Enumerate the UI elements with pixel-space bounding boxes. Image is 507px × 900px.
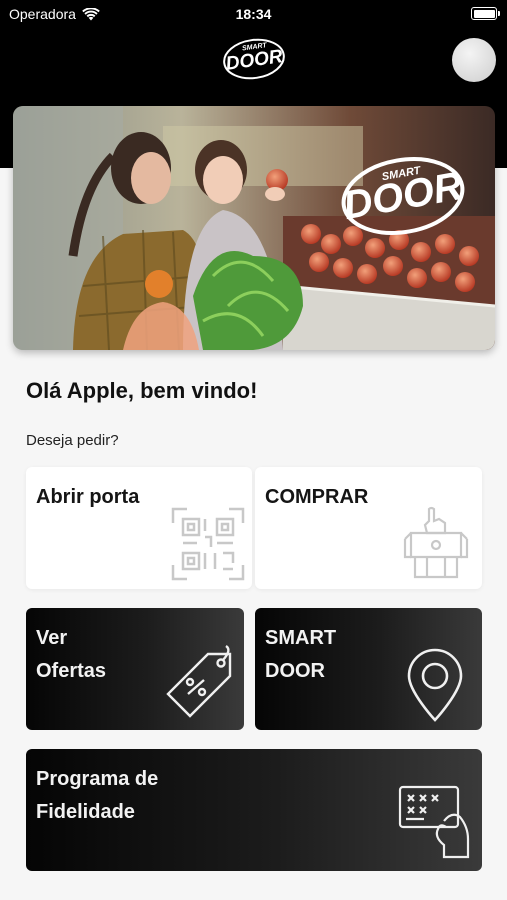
clock: 18:34 bbox=[235, 6, 272, 22]
buy-label: COMPRAR bbox=[265, 486, 369, 508]
buy-card[interactable]: COMPRAR bbox=[255, 467, 482, 589]
offers-card[interactable]: Ver Ofertas bbox=[26, 608, 244, 730]
banner-image: SMART DOOR bbox=[13, 106, 495, 350]
loyalty-label-line1: Programa de bbox=[36, 768, 159, 790]
smart-door-logo[interactable]: SMART DOOR bbox=[216, 36, 292, 82]
card-hand-icon bbox=[398, 785, 470, 859]
battery-level bbox=[473, 9, 495, 18]
vending-machine-icon bbox=[403, 506, 469, 579]
hero-banner[interactable]: SMART DOOR bbox=[13, 106, 495, 350]
order-prompt: Deseja pedir? bbox=[26, 432, 119, 449]
loyalty-label-line2: Fidelidade bbox=[36, 801, 135, 823]
offers-label-line2: Ofertas bbox=[36, 660, 107, 682]
open-door-card[interactable]: Abrir porta bbox=[26, 467, 252, 589]
offers-label-line1: Ver bbox=[36, 627, 68, 649]
status-bar: Operadora 18:34 bbox=[0, 0, 507, 28]
loyalty-label: Programa de Fidelidade bbox=[36, 763, 158, 829]
loyalty-card[interactable]: Programa de Fidelidade bbox=[26, 749, 482, 871]
battery-icon bbox=[471, 7, 500, 20]
smart-door-label-line2: DOOR bbox=[265, 660, 325, 682]
qr-code-icon bbox=[171, 507, 245, 581]
user-avatar[interactable] bbox=[452, 38, 496, 82]
price-tag-icon bbox=[166, 645, 232, 718]
smart-door-label: SMART DOOR bbox=[265, 622, 336, 688]
smart-door-label-line1: SMART bbox=[265, 627, 337, 649]
offers-label: Ver Ofertas bbox=[36, 622, 106, 688]
greeting-title: Olá Apple, bem vindo! bbox=[26, 378, 258, 403]
smart-door-card[interactable]: SMART DOOR bbox=[255, 608, 482, 730]
location-pin-icon bbox=[407, 648, 463, 722]
open-door-label: Abrir porta bbox=[36, 486, 140, 508]
